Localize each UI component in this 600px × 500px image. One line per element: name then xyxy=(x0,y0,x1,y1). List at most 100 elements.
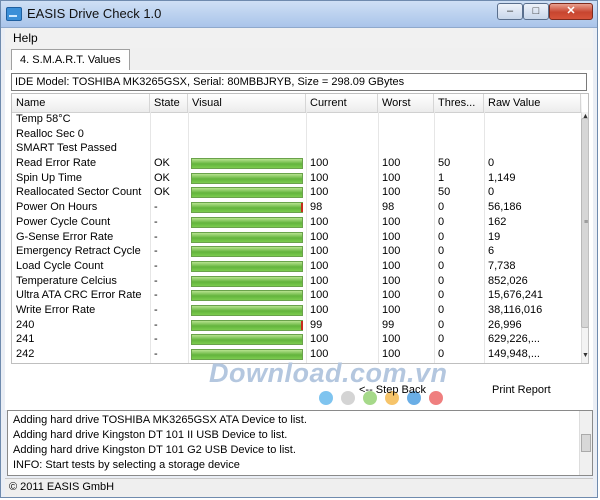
log-scroll-thumb[interactable] xyxy=(581,434,591,452)
table-row[interactable]: Load Cycle Count - 100 100 0 7,738 xyxy=(12,259,575,274)
health-bar xyxy=(191,202,303,214)
table-row[interactable]: 241 - 100 100 0 629,226,... xyxy=(12,332,575,347)
cell-state: - xyxy=(154,274,158,287)
table-row[interactable]: SMART Test Passed xyxy=(12,141,575,156)
cell-threshold: 50 xyxy=(438,157,451,170)
table-row[interactable]: Emergency Retract Cycle - 100 100 0 6 xyxy=(12,244,575,259)
col-state-header[interactable]: State xyxy=(150,94,188,112)
table-header: Name State Visual Current Worst Thres...… xyxy=(12,94,582,113)
tab-smart-values[interactable]: 4. S.M.A.R.T. Values xyxy=(11,49,130,72)
table-row[interactable]: Power On Hours - 98 98 0 56,186 xyxy=(12,200,575,215)
table-row[interactable]: Spin Up Time OK 100 100 1 1,149 xyxy=(12,171,575,186)
cell-threshold: 0 xyxy=(438,230,445,243)
maximize-button[interactable]: □ xyxy=(523,3,549,20)
cell-visual xyxy=(188,112,306,127)
menu-help[interactable]: Help xyxy=(13,31,38,45)
cell-threshold: 0 xyxy=(438,303,445,316)
scroll-down-icon[interactable]: ▼ xyxy=(582,352,588,359)
cell-raw-value: 56,186 xyxy=(488,201,522,214)
health-bar xyxy=(191,290,303,302)
scroll-grip-icon: ≡ xyxy=(584,219,589,226)
cell-name: Temp 58°C xyxy=(16,113,71,125)
table-row[interactable]: Temp 58°C xyxy=(12,112,575,127)
drive-app-icon xyxy=(6,7,22,21)
scroll-up-icon[interactable]: ▲ xyxy=(582,113,588,120)
cell-raw-value: 629,226,... xyxy=(488,333,540,346)
cell-raw-value: 852,026 xyxy=(488,274,528,287)
table-row[interactable]: G-Sense Error Rate - 100 100 0 19 xyxy=(12,230,575,245)
copyright-text: © 2011 EASIS GmbH xyxy=(9,481,115,493)
cell-name: 242 xyxy=(16,348,35,360)
cell-visual xyxy=(188,215,306,230)
col-threshold-header[interactable]: Thres... xyxy=(434,94,484,112)
drive-info-field: IDE Model: TOSHIBA MK3265GSX, Serial: 80… xyxy=(11,73,587,91)
cell-threshold: 0 xyxy=(438,245,445,258)
cell-state: - xyxy=(154,259,158,272)
log-panel: Adding hard drive TOSHIBA MK3265GSX ATA … xyxy=(7,410,593,476)
cell-raw-value: 15,676,241 xyxy=(488,289,544,302)
cell-current: 100 xyxy=(310,289,329,302)
column-divider xyxy=(378,112,379,363)
cell-worst: 100 xyxy=(382,274,401,287)
minimize-button[interactable]: – xyxy=(497,3,523,20)
column-divider xyxy=(484,112,485,363)
cell-state: - xyxy=(154,333,158,346)
menu-bar: Help xyxy=(5,28,593,48)
cell-worst: 100 xyxy=(382,289,401,302)
log-line: Adding hard drive Kingston DT 101 II USB… xyxy=(13,429,288,441)
health-bar xyxy=(191,304,303,316)
cell-state xyxy=(150,127,188,142)
col-visual-header[interactable]: Visual xyxy=(188,94,306,112)
cell-threshold xyxy=(434,112,484,127)
cell-current: 100 xyxy=(310,259,329,272)
table-row[interactable]: 240 - 99 99 0 26,996 xyxy=(12,318,575,333)
cell-current: 100 xyxy=(310,186,329,199)
cell-threshold xyxy=(434,141,484,156)
col-name-header[interactable]: Name xyxy=(12,94,150,112)
table-row[interactable]: Read Error Rate OK 100 100 50 0 xyxy=(12,156,575,171)
cell-name: Power Cycle Count xyxy=(16,215,111,228)
log-line: INFO: Start tests by selecting a storage… xyxy=(13,459,240,471)
cell-current: 100 xyxy=(310,245,329,258)
cell-worst: 100 xyxy=(382,245,401,258)
health-bar xyxy=(191,260,303,272)
cell-state: OK xyxy=(154,157,170,170)
cell-worst: 100 xyxy=(382,157,401,170)
cell-name: Ultra ATA CRC Error Rate xyxy=(16,289,142,302)
table-row[interactable]: Realloc Sec 0 xyxy=(12,127,575,142)
col-worst-header[interactable]: Worst xyxy=(378,94,434,112)
table-row[interactable]: Temperature Celcius - 100 100 0 852,026 xyxy=(12,274,575,289)
cell-visual xyxy=(188,171,306,186)
cell-name: G-Sense Error Rate xyxy=(16,230,114,243)
step-back-button[interactable]: <-- Step Back xyxy=(359,384,426,396)
column-divider xyxy=(188,112,189,363)
table-row[interactable]: Reallocated Sector Count OK 100 100 50 0 xyxy=(12,185,575,200)
cell-current xyxy=(306,112,378,127)
cell-worst: 100 xyxy=(382,230,401,243)
col-raw-value-header[interactable]: Raw Value xyxy=(484,94,581,112)
close-button[interactable]: ✕ xyxy=(549,3,593,20)
print-report-button[interactable]: Print Report xyxy=(492,384,551,396)
cell-state: - xyxy=(154,303,158,316)
cell-state: - xyxy=(154,245,158,258)
cell-raw-value xyxy=(484,112,581,127)
table-row[interactable]: Power Cycle Count - 100 100 0 162 xyxy=(12,215,575,230)
cell-current xyxy=(306,127,378,142)
cell-name: Emergency Retract Cycle xyxy=(16,245,141,258)
cell-visual xyxy=(188,303,306,318)
table-row[interactable]: Write Error Rate - 100 100 0 38,116,016 xyxy=(12,303,575,318)
table-row[interactable]: Ultra ATA CRC Error Rate - 100 100 0 15,676,2… xyxy=(12,288,575,303)
cell-raw-value: 1,149 xyxy=(488,171,516,184)
col-current-header[interactable]: Current xyxy=(306,94,378,112)
cell-visual xyxy=(188,141,306,156)
cell-state: - xyxy=(154,318,158,331)
watermark-dot xyxy=(319,391,333,405)
cell-name: Realloc Sec 0 xyxy=(16,127,84,140)
cell-worst: 100 xyxy=(382,303,401,316)
cell-visual xyxy=(188,230,306,245)
cell-threshold: 0 xyxy=(438,289,445,302)
log-line: Adding hard drive TOSHIBA MK3265GSX ATA … xyxy=(13,414,307,426)
cell-worst: 100 xyxy=(382,259,401,272)
cell-worst: 100 xyxy=(382,215,401,228)
cell-name: Reallocated Sector Count xyxy=(16,186,142,199)
